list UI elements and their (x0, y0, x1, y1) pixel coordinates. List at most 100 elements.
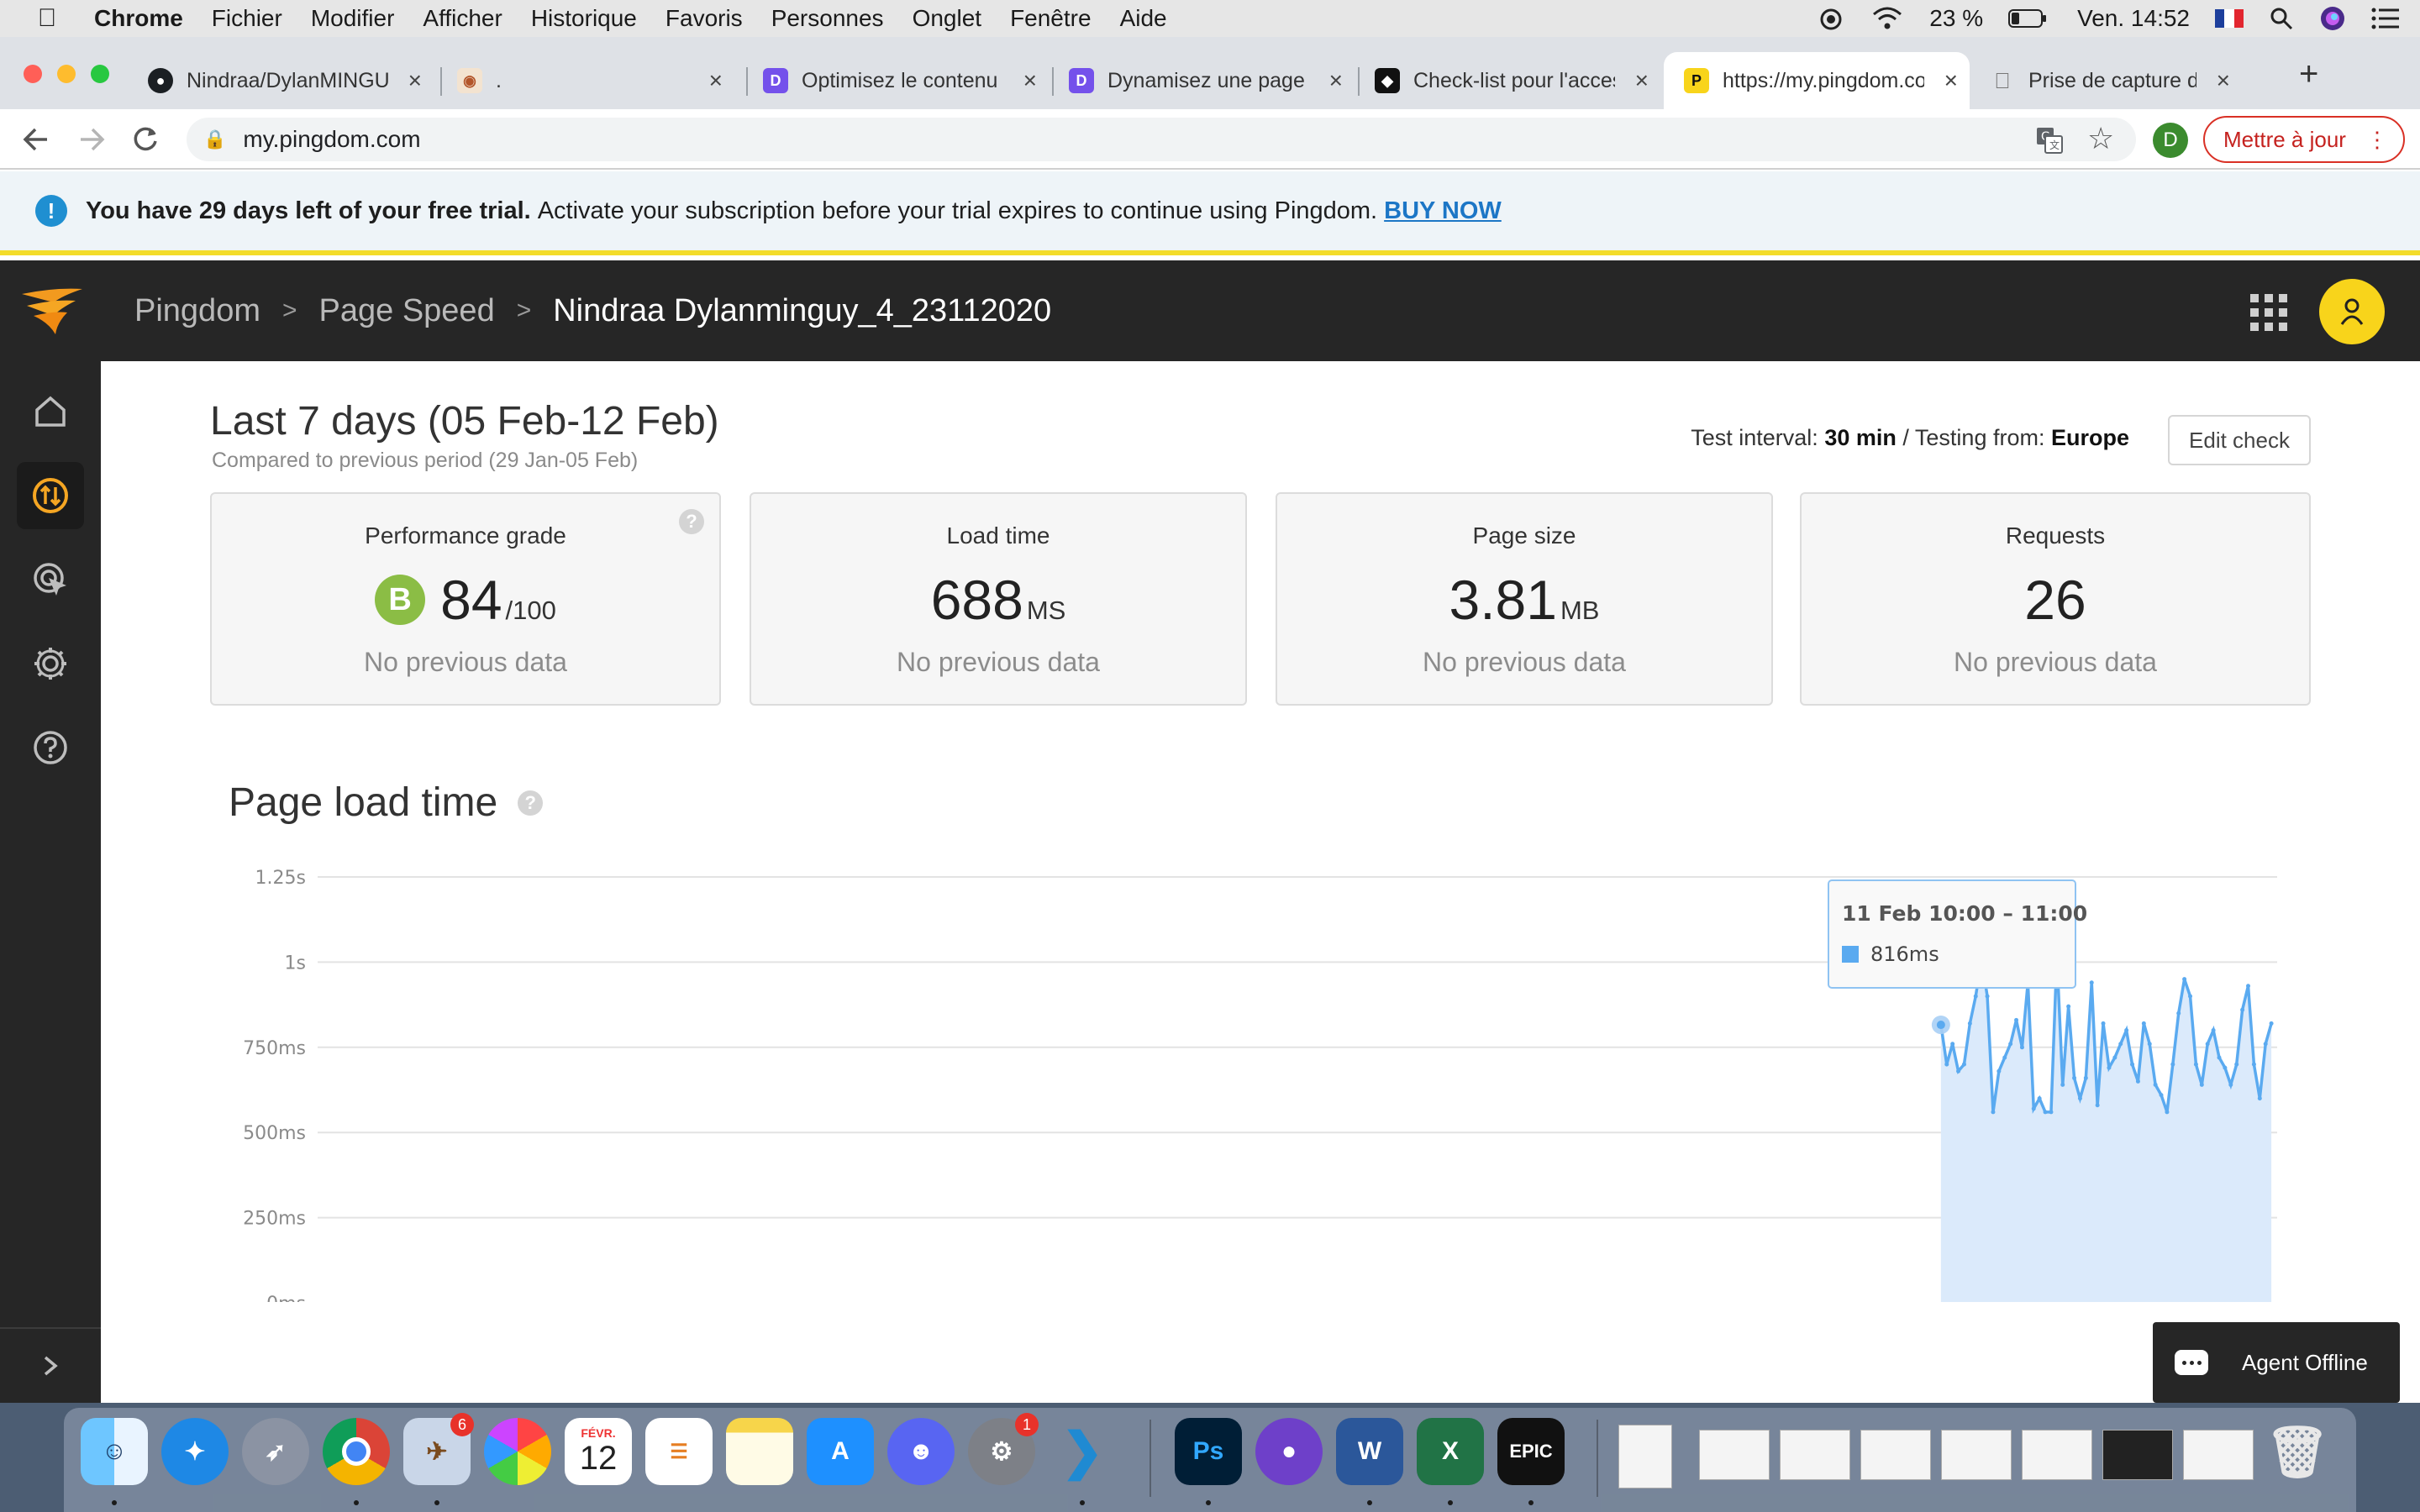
photos-icon[interactable] (484, 1418, 551, 1485)
discord-icon[interactable]: ☻ (887, 1418, 955, 1485)
data-point (2077, 1096, 2082, 1101)
close-tab-icon[interactable]: × (408, 67, 422, 94)
back-arrow-icon[interactable] (20, 126, 50, 153)
menubar-clock[interactable]: Ven. 14:52 (2077, 5, 2190, 32)
photoshop-icon[interactable]: Ps (1175, 1418, 1242, 1485)
window-close-button[interactable] (24, 65, 42, 83)
window-thumbnail[interactable] (1699, 1430, 1770, 1480)
menu-onglet[interactable]: Onglet (913, 5, 982, 32)
vscode-icon[interactable]: ❯ (1049, 1418, 1116, 1485)
close-tab-icon[interactable]: × (1944, 67, 1958, 94)
word-icon[interactable]: W (1336, 1418, 1403, 1485)
github-desktop-icon[interactable]: ● (1255, 1418, 1323, 1485)
menu-aide[interactable]: Aide (1120, 5, 1167, 32)
app-store-icon[interactable]: A (807, 1418, 874, 1485)
sidebar-item-page-speed[interactable] (17, 462, 84, 529)
browser-tab[interactable]: D Optimisez le contenu × (763, 52, 1049, 109)
launchpad-icon[interactable]: ➶ (242, 1418, 309, 1485)
finder-icon[interactable]: ☺ (81, 1418, 148, 1485)
close-tab-icon[interactable]: × (2217, 67, 2230, 94)
profile-avatar[interactable]: D (2153, 123, 2188, 158)
window-thumbnail[interactable] (1941, 1430, 2012, 1480)
excel-icon[interactable]: X (1417, 1418, 1484, 1485)
solarwinds-logo[interactable] (20, 286, 84, 338)
spotlight-search-icon[interactable] (2269, 6, 2294, 31)
menu-app-chrome[interactable]: Chrome (94, 5, 183, 32)
more-menu-icon[interactable]: ⋮ (2366, 127, 2388, 153)
lock-icon[interactable]: 🔒 (203, 129, 226, 150)
update-chrome-button[interactable]: Mettre à jour ⋮ (2203, 116, 2405, 163)
url-text[interactable]: my.pingdom.com (243, 126, 420, 153)
apple-menu-icon[interactable]:  (30, 4, 64, 33)
apps-grid-icon[interactable] (2250, 294, 2287, 331)
expand-sidebar-button[interactable] (0, 1327, 101, 1403)
browser-tab-active[interactable]: P https://my.pingdom.com × (1664, 52, 1970, 109)
notes-icon[interactable] (726, 1418, 793, 1485)
menu-historique[interactable]: Historique (531, 5, 637, 32)
wifi-icon[interactable] (1870, 6, 1904, 31)
translate-icon[interactable]: G文 (2035, 126, 2064, 155)
help-icon[interactable]: ? (679, 509, 704, 534)
breadcrumb-pingdom[interactable]: Pingdom (134, 293, 260, 329)
sidebar-item-transactions[interactable] (17, 546, 84, 613)
svg-text:文: 文 (2049, 139, 2060, 151)
data-point (2002, 1055, 2007, 1060)
page-load-time-chart[interactable]: 0ms250ms500ms750ms1s1.25s06 Feb07 Feb08 … (101, 832, 2420, 1302)
reload-icon[interactable] (131, 124, 160, 153)
menu-afficher[interactable]: Afficher (423, 5, 502, 32)
screen-record-icon[interactable] (1817, 4, 1845, 33)
reminders-icon[interactable]: ☰ (645, 1418, 713, 1485)
sidebar-item-settings[interactable] (17, 630, 84, 697)
trash-icon[interactable]: 🗑 (2264, 1418, 2331, 1485)
edit-check-button[interactable]: Edit check (2168, 415, 2311, 465)
window-minimize-button[interactable] (57, 65, 76, 83)
card-label: Performance grade (365, 522, 566, 549)
window-thumbnail[interactable] (2022, 1430, 2092, 1480)
browser-tab[interactable]: ◆ Check-list pour l'accessibilité × (1375, 52, 1660, 109)
close-tab-icon[interactable]: × (709, 67, 723, 94)
chrome-icon[interactable] (323, 1418, 390, 1485)
browser-tab[interactable]: D Dynamisez une page × (1069, 52, 1355, 109)
siri-icon[interactable] (2319, 5, 2346, 32)
menu-personnes[interactable]: Personnes (771, 5, 884, 32)
trial-days-text: You have 29 days left of your free trial… (86, 197, 531, 224)
menu-fenetre[interactable]: Fenêtre (1010, 5, 1092, 32)
user-account-icon[interactable] (2319, 279, 2385, 344)
tooltip-value: 816ms (1870, 942, 1939, 966)
tooltip-title: 11 Feb 10:00 – 11:00 (1842, 901, 2087, 926)
bookmark-star-icon[interactable]: ☆ (2087, 121, 2114, 156)
window-thumbnail[interactable] (2102, 1430, 2173, 1480)
data-point (2118, 1042, 2123, 1047)
battery-icon[interactable] (2008, 8, 2047, 29)
safari-icon[interactable]: ✦ (161, 1418, 229, 1485)
close-tab-icon[interactable]: × (1329, 67, 1343, 94)
live-chat-widget[interactable]: Agent Offline (2153, 1322, 2400, 1403)
data-point (2240, 1007, 2245, 1012)
menu-fichier[interactable]: Fichier (212, 5, 282, 32)
browser-tab[interactable]: ● Nindraa/DylanMINGUY × (148, 52, 434, 109)
window-thumbnail[interactable] (2183, 1430, 2254, 1480)
close-tab-icon[interactable]: × (1023, 67, 1037, 94)
window-thumbnail[interactable] (1780, 1430, 1850, 1480)
menu-favoris[interactable]: Favoris (666, 5, 743, 32)
running-indicator (434, 1500, 439, 1505)
epic-games-icon[interactable]: EPIC (1497, 1418, 1565, 1485)
browser-tab[interactable]:  Prise de capture d'écran × (1990, 52, 2242, 109)
breadcrumb-page-speed[interactable]: Page Speed (319, 293, 495, 329)
calendar-icon[interactable]: FÉVR. 12 (565, 1418, 632, 1485)
forward-arrow-icon[interactable] (77, 126, 108, 153)
close-tab-icon[interactable]: × (1635, 67, 1649, 94)
new-tab-button[interactable]: + (2299, 55, 2318, 93)
document-thumbnail[interactable] (1618, 1425, 1672, 1488)
control-center-icon[interactable] (2371, 8, 2400, 29)
menu-modifier[interactable]: Modifier (311, 5, 395, 32)
sidebar-item-help[interactable] (17, 714, 84, 781)
sidebar-item-home[interactable] (17, 378, 84, 445)
help-icon[interactable]: ? (518, 790, 544, 816)
buy-now-link[interactable]: BUY NOW (1384, 197, 1502, 225)
browser-tab[interactable]: ◉ . × (457, 52, 734, 109)
window-thumbnail[interactable] (1860, 1430, 1931, 1480)
french-flag-icon[interactable] (2215, 9, 2244, 28)
address-bar[interactable]: 🔒 my.pingdom.com (187, 118, 2136, 161)
window-zoom-button[interactable] (91, 65, 109, 83)
